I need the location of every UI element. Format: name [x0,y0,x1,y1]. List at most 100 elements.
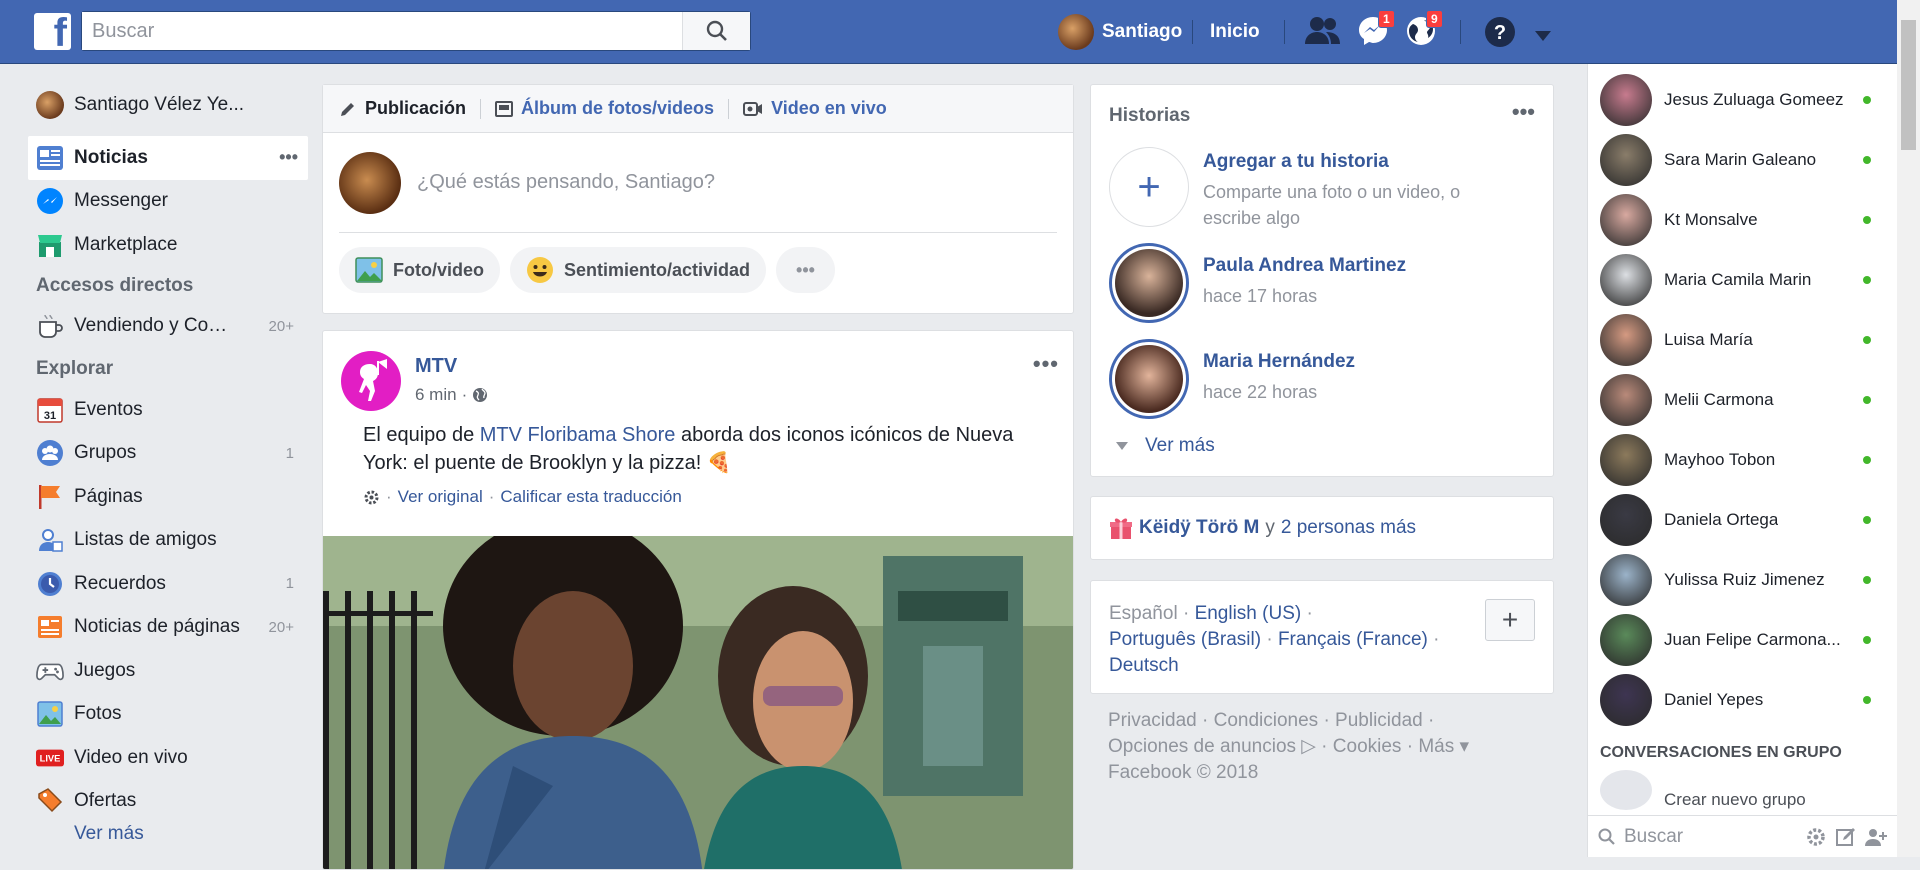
online-status-dot [1863,156,1871,164]
facebook-logo[interactable]: f [34,13,71,50]
sidebar-item-label: Messenger [74,190,168,212]
chat-contact[interactable]: Daniela Ortega [1588,490,1897,550]
photo-video-button[interactable]: Foto/video [339,247,500,293]
sidebar-item-games[interactable]: Juegos [28,649,308,693]
create-group-button[interactable]: Crear nuevo grupo [1588,770,1897,810]
sidebar-item-news-feed[interactable]: Noticias ••• [28,136,308,180]
chat-contact[interactable]: Yulissa Ruiz Jimenez [1588,550,1897,610]
post-time[interactable]: 6 min [415,385,457,405]
sidebar-item-groups[interactable]: Grupos 1 [28,432,308,476]
messenger-icon [37,188,63,215]
notifications-globe-icon[interactable]: 9 [1404,10,1443,54]
stories-options-button[interactable]: ••• [1512,99,1535,125]
plus-icon: + [1109,147,1189,227]
page-avatar[interactable] [341,351,401,411]
page-scrollbar[interactable] [1897,0,1920,857]
sidebar-item-live-video[interactable]: LIVE Video en vivo [28,736,308,780]
chat-search-bar[interactable]: Buscar [1588,815,1897,857]
separator: · [1182,603,1190,624]
friend-requests-icon[interactable] [1304,14,1342,54]
account-menu-chevron-down-icon[interactable] [1534,26,1552,48]
contact-name: Jesus Zuluaga Gomeez [1664,90,1844,109]
language-option[interactable]: Français (France) [1278,629,1428,650]
contact-name: Sara Marin Galeano [1664,150,1817,169]
footer-line[interactable]: Opciones de anuncios ▷ · Cookies · Más ▾ [1108,734,1548,760]
gear-icon[interactable] [363,489,380,506]
stories-panel: Historias ••• + Agregar a tu historia Co… [1090,84,1554,477]
language-option[interactable]: English (US) [1195,603,1302,624]
chat-contact[interactable]: Juan Felipe Carmona... [1588,610,1897,670]
stories-see-more[interactable]: Ver más [1115,435,1215,457]
composer-input-area[interactable]: ¿Qué estás pensando, Santiago? [339,133,1057,233]
add-language-button[interactable]: + [1485,599,1535,641]
tab-photo-album[interactable]: Álbum de fotos/videos [495,98,714,119]
help-icon[interactable]: ? [1484,16,1516,54]
search-button[interactable] [682,12,750,50]
story-item[interactable]: Paula Andrea Martinez hace 17 horas [1109,243,1406,323]
sidebar-item-shortcut[interactable]: Vendiendo y Comp... 20+ [28,305,308,349]
copyright: Facebook © 2018 [1108,762,1259,783]
chat-contact[interactable]: Daniel Yepes [1588,670,1897,730]
chat-contact[interactable]: Jesus Zuluaga Gomeez [1588,70,1897,130]
language-option[interactable]: Deutsch [1109,655,1179,676]
sidebar-item-label: Fotos [74,703,122,725]
compose-icon[interactable] [1835,826,1857,848]
sidebar-item-pages[interactable]: Páginas [28,475,308,519]
home-link[interactable]: Inicio [1210,21,1260,43]
add-story[interactable]: + Agregar a tu historia Comparte una fot… [1109,147,1503,231]
see-original-link[interactable]: Ver original [398,487,483,507]
sidebar-item-pages-feed[interactable]: Noticias de páginas 20+ [28,606,308,650]
contact-name: Kt Monsalve [1664,210,1758,229]
smiley-icon [527,257,553,283]
see-more-link[interactable]: Ver más [28,823,308,843]
sidebar-item-memories[interactable]: Recuerdos 1 [28,562,308,606]
tab-post[interactable]: Publicación [339,98,466,119]
rate-translation-link[interactable]: Calificar esta traducción [500,487,681,507]
messages-icon[interactable]: 1 [1356,10,1395,54]
more-options-icon[interactable]: ••• [279,147,298,168]
online-status-dot [1863,636,1871,644]
profile-link[interactable]: Santiago [1058,14,1182,50]
languages-card: Español · English (US) · Português (Bras… [1090,580,1554,694]
add-people-icon[interactable] [1863,826,1889,848]
sidebar-item-events[interactable]: 31 Eventos [28,388,308,432]
chat-contact[interactable]: Luisa María [1588,310,1897,370]
separator: · [1306,603,1313,624]
count-badge: 1 [285,575,294,593]
birthday-others-link[interactable]: 2 personas más [1281,517,1416,539]
contact-name: Juan Felipe Carmona... [1664,630,1841,649]
post-text-link[interactable]: MTV Floribama Shore [480,424,676,446]
footer-line[interactable]: Privacidad · Condiciones · Publicidad · [1108,708,1548,734]
mtv-astronaut-logo-icon [359,359,387,401]
language-option[interactable]: Português (Brasil) [1109,629,1261,650]
post-author[interactable]: MTV [415,355,457,378]
sidebar-item-photos[interactable]: Fotos [28,693,308,737]
chat-contact[interactable]: Sara Marin Galeano [1588,130,1897,190]
tab-live-video[interactable]: Video en vivo [743,98,887,119]
birthday-name[interactable]: Këidÿ Törö M [1139,517,1259,539]
sidebar-item-marketplace[interactable]: Marketplace [28,223,308,267]
memories-clock-icon [38,571,62,596]
sidebar-item-profile[interactable]: Santiago Vélez Ye... [28,84,308,126]
feeling-activity-button[interactable]: Sentimiento/actividad [510,247,767,293]
more-options-button[interactable]: ••• [776,247,835,293]
top-navigation-bar: f Santiago Inicio 1 9 ? [0,0,1920,64]
avatar [1115,249,1183,317]
sidebar-item-messenger[interactable]: Messenger [28,180,308,224]
divider [728,98,730,119]
sidebar-item-friend-lists[interactable]: Listas de amigos [28,519,308,563]
chat-contact[interactable]: Maria Camila Marin [1588,250,1897,310]
contact-name: Yulissa Ruiz Jimenez [1664,570,1825,589]
chat-contact[interactable]: Melii Carmona [1588,370,1897,430]
scrollbar-thumb[interactable] [1901,20,1916,150]
search-input[interactable] [82,12,682,50]
gear-icon[interactable] [1805,826,1827,848]
chat-contact[interactable]: Kt Monsalve [1588,190,1897,250]
story-item[interactable]: Maria Hernández hace 22 horas [1109,339,1355,419]
post-options-button[interactable]: ••• [1033,351,1059,377]
chat-contact[interactable]: Mayhoo Tobon [1588,430,1897,490]
post-video-thumbnail[interactable] [323,536,1073,869]
sidebar-item-offers[interactable]: Ofertas [28,780,308,824]
birthdays-card[interactable]: Këidÿ Törö M y 2 personas más [1090,496,1554,560]
translation-bar: · Ver original · Calificar esta traducci… [323,477,1073,517]
